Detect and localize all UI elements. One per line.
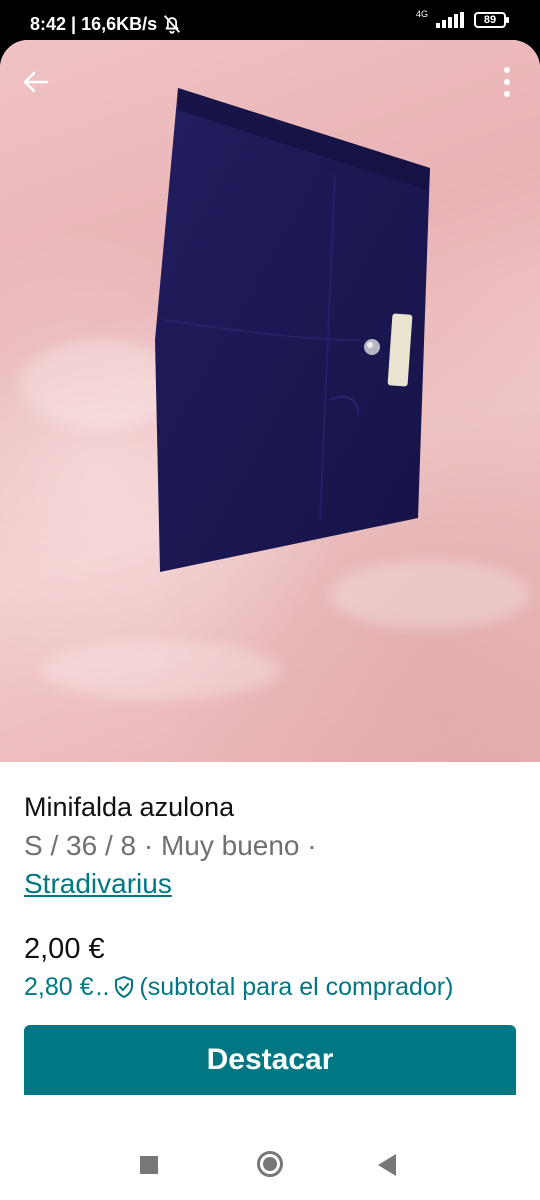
arrow-left-icon	[23, 71, 49, 93]
item-photo[interactable]	[0, 40, 540, 762]
listing-meta: S / 36 / 8 · Muy bueno ·	[24, 830, 317, 861]
network-label: 4G	[415, 8, 428, 19]
listing-price: 2,00 €	[24, 933, 105, 965]
skirt-image	[155, 88, 430, 572]
more-options-button[interactable]	[492, 62, 522, 102]
system-nav-bar	[0, 1128, 540, 1200]
buyer-subtotal-row[interactable]: 2,80 € .. (subtotal para el comprador)	[24, 970, 516, 1004]
bell-off-icon	[164, 15, 181, 34]
feature-button[interactable]: Destacar	[24, 1025, 516, 1095]
status-left: 8:42 | 16,6KB/s	[30, 13, 183, 35]
recents-button[interactable]	[140, 1156, 158, 1174]
buyer-ellipsis: ..	[95, 973, 110, 1001]
signal-icon	[436, 12, 464, 28]
status-right: 4G 89	[415, 8, 509, 28]
home-button[interactable]	[257, 1151, 283, 1177]
system-back-button[interactable]	[378, 1154, 396, 1176]
battery-icon: 89	[474, 12, 509, 28]
listing-title: Minifalda azulona	[24, 792, 235, 822]
more-vertical-icon	[504, 67, 510, 97]
battery-level: 89	[483, 14, 497, 26]
brand-link[interactable]: Stradivarius	[24, 868, 172, 899]
status-time-speed: 8:42 | 16,6KB/s	[30, 13, 158, 34]
buyer-note: (subtotal para el comprador)	[139, 973, 454, 1001]
buyer-price: 2,80 €	[24, 973, 94, 1001]
shield-check-icon	[115, 976, 134, 998]
app-surface: Minifalda azulona S / 36 / 8 · Muy bueno…	[0, 40, 540, 1128]
listing-details: Minifalda azulona S / 36 / 8 · Muy bueno…	[0, 762, 540, 1004]
status-bar: 8:42 | 16,6KB/s 4G 89	[0, 0, 540, 44]
back-button[interactable]	[16, 62, 56, 102]
